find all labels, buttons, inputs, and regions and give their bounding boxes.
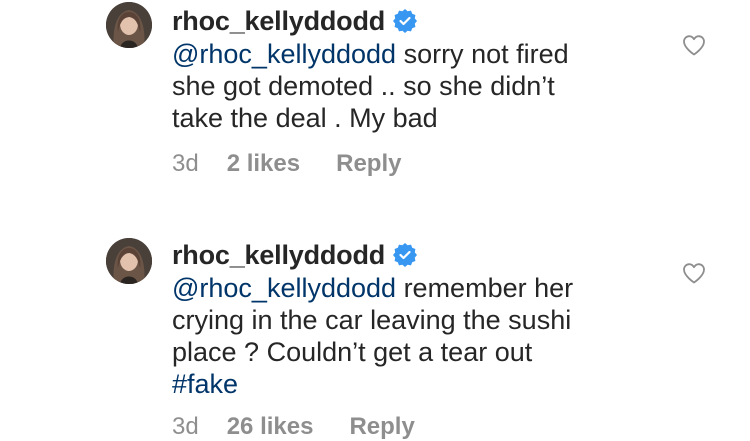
username[interactable]: rhoc_kellyddodd (172, 6, 385, 37)
comment-line: sorry not fired (403, 39, 569, 69)
comment-age: 3d (172, 413, 199, 440)
username[interactable]: rhoc_kellyddodd (172, 240, 385, 271)
comment-item: rhoc_kellyddodd @rhoc_kellyddodd sorry n… (0, 0, 750, 210)
comment-text: @rhoc_kellyddodd remember her crying in … (172, 272, 672, 400)
username-row: rhoc_kellyddodd (172, 4, 672, 38)
comment-line: crying in the car leaving the sushi (172, 305, 572, 335)
hashtag-link[interactable]: #fake (172, 369, 238, 399)
comment-meta: 3d 2 likes Reply (172, 150, 401, 178)
username-row: rhoc_kellyddodd (172, 238, 672, 272)
comment-body: rhoc_kellyddodd @rhoc_kellyddodd remembe… (172, 238, 672, 400)
mention-link[interactable]: @rhoc_kellyddodd (172, 39, 396, 69)
likes-count[interactable]: 2 likes (227, 150, 300, 178)
likes-count[interactable]: 26 likes (227, 413, 314, 441)
comment-line: place ? Couldn’t get a tear out (172, 337, 533, 367)
comment-text: @rhoc_kellyddodd sorry not fired she got… (172, 38, 672, 134)
avatar-image (106, 2, 152, 48)
avatar-image (106, 238, 152, 284)
verified-badge-icon (393, 9, 418, 33)
comment-line: remember her (403, 273, 574, 303)
comment-line: take the deal . My bad (172, 103, 438, 133)
reply-button[interactable]: Reply (349, 413, 414, 441)
comment-body: rhoc_kellyddodd @rhoc_kellyddodd sorry n… (172, 4, 672, 134)
comment-meta: 3d 26 likes Reply (172, 413, 415, 441)
comment-item: rhoc_kellyddodd @rhoc_kellyddodd remembe… (0, 232, 750, 441)
mention-link[interactable]: @rhoc_kellyddodd (172, 273, 396, 303)
comment-line: she got demoted .. so she didn’t (172, 71, 555, 101)
comment-age: 3d (172, 150, 199, 177)
avatar[interactable] (106, 2, 152, 48)
heart-outline-icon[interactable] (682, 262, 706, 284)
verified-badge-icon (393, 243, 418, 267)
heart-outline-icon[interactable] (682, 34, 706, 56)
avatar[interactable] (106, 238, 152, 284)
reply-button[interactable]: Reply (336, 150, 401, 178)
